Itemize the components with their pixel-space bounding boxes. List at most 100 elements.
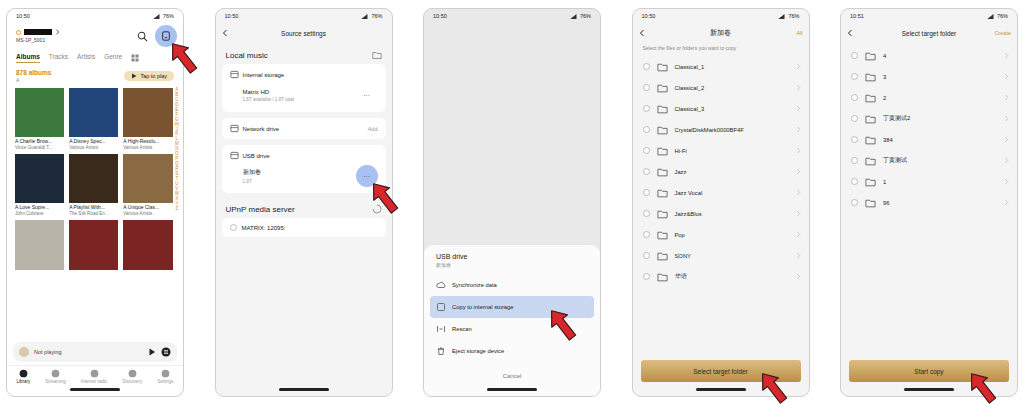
library-tab[interactable]: Tracks [49, 53, 68, 63]
folder-icon [657, 251, 668, 261]
folder-icon [657, 83, 668, 93]
source-settings-button[interactable] [155, 25, 177, 47]
folder-radio[interactable] [851, 94, 858, 101]
album-title: A High-Resolu... [123, 138, 172, 144]
folder-checkbox[interactable] [643, 252, 650, 259]
grid-view-icon[interactable] [131, 54, 139, 62]
folder-row[interactable]: 1 [841, 171, 1017, 192]
nav-item[interactable]: Library [17, 369, 31, 384]
back-icon[interactable] [639, 29, 645, 37]
folder-radio[interactable] [851, 115, 858, 122]
select-all-button[interactable]: All [779, 30, 803, 36]
album-card[interactable]: A Disney Spec...Various Artists [69, 88, 118, 150]
folder-checkbox[interactable] [643, 189, 650, 196]
folder-checkbox[interactable] [643, 231, 650, 238]
storage-device[interactable]: 新加卷1.9T··· [230, 165, 378, 187]
album-area: A Charlie Brow...Vince Guaraldi T...A Di… [7, 86, 183, 339]
nav-item[interactable]: Discovery [122, 369, 142, 384]
album-card[interactable]: A High-Resolu...Various Artists [123, 88, 172, 150]
sheet-option[interactable]: Synchronize data [430, 274, 594, 296]
library-tab[interactable]: Artists [77, 53, 95, 63]
cancel-button[interactable]: Cancel [430, 368, 594, 384]
album-card[interactable] [15, 220, 64, 269]
server-radio[interactable] [230, 224, 237, 231]
folder-checkbox[interactable] [643, 126, 650, 133]
album-card[interactable] [69, 220, 118, 269]
album-title: A Unique Clas... [123, 204, 172, 210]
queue-icon[interactable] [161, 347, 171, 357]
album-card[interactable] [123, 220, 172, 269]
folder-name: Jazz Vocal [675, 190, 789, 196]
folder-row[interactable]: 3 [841, 66, 1017, 87]
alphabet-index[interactable]: ABCDEFGHIJKLMNOPQRSTUVWXYZ [175, 88, 180, 339]
device-menu-button[interactable]: ··· [356, 84, 378, 106]
folder-row[interactable]: Jazz Vocal [633, 182, 809, 203]
folder-row[interactable]: Jazz [633, 161, 809, 182]
folder-checkbox[interactable] [643, 210, 650, 217]
album-card[interactable]: A Love Supre...John Coltrane [15, 154, 64, 216]
folder-row[interactable]: 2 [841, 87, 1017, 108]
back-icon[interactable] [847, 29, 853, 37]
upnp-server[interactable]: MATRIX: 12095: [230, 224, 378, 231]
folder-checkbox[interactable] [643, 168, 650, 175]
folder-icon[interactable] [372, 50, 382, 60]
nav-item[interactable]: Streaming [45, 369, 66, 384]
folder-row[interactable]: 丁黄测试2 [841, 108, 1017, 129]
folder-checkbox[interactable] [643, 147, 650, 154]
add-button[interactable]: Add [368, 126, 378, 132]
folder-checkbox[interactable] [643, 105, 650, 112]
folder-radio[interactable] [851, 178, 858, 185]
folder-icon [657, 272, 668, 282]
library-tab[interactable]: Albums [16, 53, 40, 63]
nav-item[interactable]: Settings [157, 369, 173, 384]
album-card[interactable]: A Playlist With...The Silk Road En... [69, 154, 118, 216]
chevron-right-icon [1004, 157, 1009, 164]
folder-radio[interactable] [851, 157, 858, 164]
folder-row[interactable]: Classical_2 [633, 77, 809, 98]
folder-row[interactable]: Pop [633, 224, 809, 245]
folder-row[interactable]: Hi-Fi [633, 140, 809, 161]
folder-radio[interactable] [851, 73, 858, 80]
folder-radio[interactable] [851, 199, 858, 206]
folder-list: Classical_1Classical_2Classical_3Crystal… [633, 56, 809, 287]
folder-icon [865, 156, 876, 166]
folder-row[interactable]: Classical_1 [633, 56, 809, 77]
mini-player[interactable]: Not playing [13, 342, 177, 362]
create-folder-button[interactable]: Create [987, 30, 1011, 36]
folder-checkbox[interactable] [643, 63, 650, 70]
folder-checkbox[interactable] [643, 84, 650, 91]
folder-row[interactable]: Classical_3 [633, 98, 809, 119]
tap-to-play-button[interactable]: Tap to play [124, 71, 174, 81]
server-name: MATRIX: 12095: [242, 225, 286, 231]
folder-row[interactable]: 96 [841, 192, 1017, 213]
folder-row[interactable]: SONY [633, 245, 809, 266]
search-icon[interactable] [137, 31, 148, 42]
album-card[interactable]: A Unique Clas...Various Artists [123, 154, 172, 216]
device-selector[interactable]: MS-1P_5001 [16, 29, 60, 43]
folder-icon [657, 167, 668, 177]
folder-radio[interactable] [851, 52, 858, 59]
folder-row[interactable]: CrystalDiskMark0000BF4F [633, 119, 809, 140]
select-target-folder-button[interactable]: Select target folder [641, 360, 801, 382]
sheet-option[interactable]: Copy to internal storage [430, 296, 594, 318]
folder-row[interactable]: 丁黄测试 [841, 150, 1017, 171]
album-card[interactable]: A Charlie Brow...Vince Guaraldi T... [15, 88, 64, 150]
play-icon[interactable] [148, 348, 156, 356]
folder-row[interactable]: Jazz&Blus [633, 203, 809, 224]
storage-device[interactable]: Matrix HD1.8T available / 1.8T total··· [230, 84, 378, 106]
folder-radio[interactable] [851, 136, 858, 143]
device-menu-button[interactable]: ··· [356, 165, 378, 187]
sheet-option[interactable]: Rescan [430, 318, 594, 340]
chevron-right-icon [796, 105, 801, 112]
start-copy-button[interactable]: Start copy [849, 360, 1009, 382]
nav-item[interactable]: Internet radio [81, 369, 108, 384]
back-icon[interactable] [222, 29, 228, 37]
folder-row[interactable]: 华语 [633, 266, 809, 287]
device-id: MS-1P_5001 [16, 37, 60, 43]
folder-row[interactable]: 4 [841, 45, 1017, 66]
sheet-option[interactable]: Eject storage device [430, 340, 594, 362]
library-tab[interactable]: Genre [104, 53, 122, 63]
folder-name: Jazz&Blus [675, 211, 789, 217]
folder-row[interactable]: 384 [841, 129, 1017, 150]
folder-checkbox[interactable] [643, 273, 650, 280]
